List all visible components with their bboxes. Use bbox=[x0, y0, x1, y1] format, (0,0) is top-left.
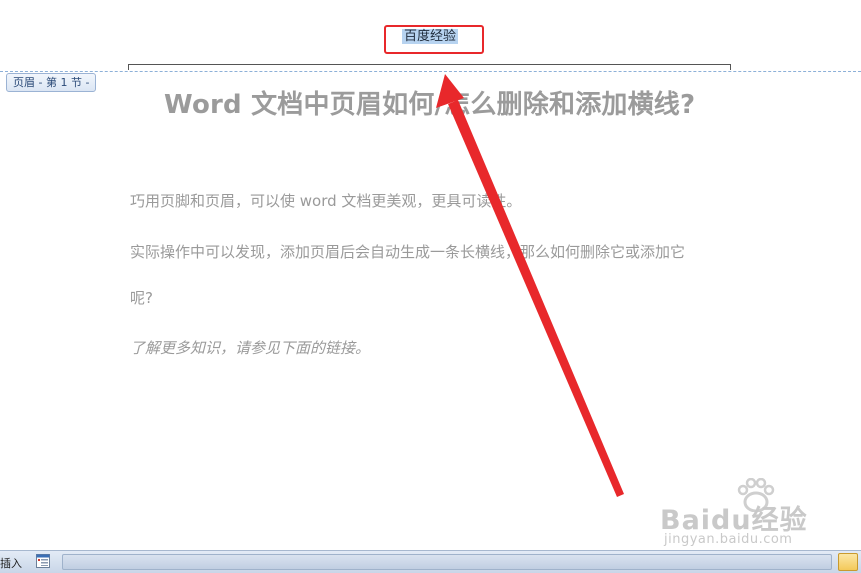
print-layout-view-button[interactable] bbox=[838, 553, 858, 571]
baidu-watermark: Baidu经验 jingyan.baidu.com bbox=[660, 478, 860, 550]
macro-recording-icon[interactable] bbox=[36, 554, 50, 568]
watermark-url: jingyan.baidu.com bbox=[664, 532, 793, 547]
insert-mode-indicator[interactable]: 插入 bbox=[0, 555, 22, 571]
document-page[interactable]: 百度经验 页眉 - 第 1 节 - Word 文档中页眉如何/怎么删除和添加横线… bbox=[0, 0, 861, 550]
annotation-arrow bbox=[436, 74, 624, 497]
status-bar: 插入 bbox=[0, 550, 861, 573]
horizontal-scrollbar[interactable] bbox=[62, 554, 832, 570]
